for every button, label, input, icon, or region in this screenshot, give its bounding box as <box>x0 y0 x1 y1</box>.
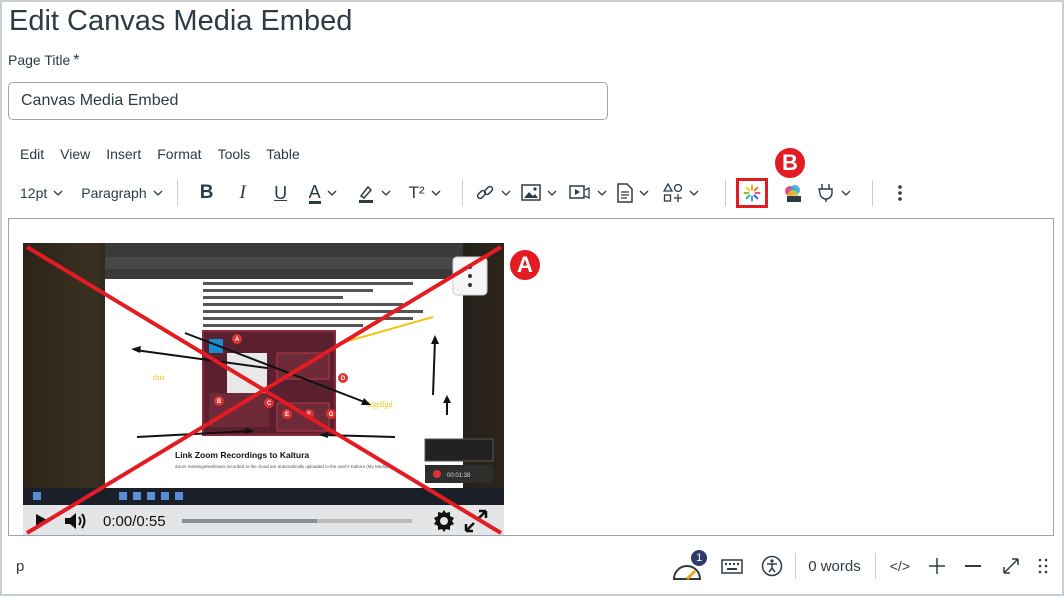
chevron-down-icon <box>53 190 63 196</box>
video-progress-fill <box>181 519 318 523</box>
resize-handle-icon[interactable] <box>1038 557 1048 575</box>
page-title-label-text: Page Title <box>8 52 71 68</box>
recorder-time: 00:01:38 <box>447 473 471 479</box>
marker-e: E <box>285 412 289 418</box>
annotation-this: this <box>153 373 165 382</box>
font-size-dropdown[interactable]: 12pt <box>20 176 65 210</box>
image-icon <box>520 184 541 201</box>
html-view-toggle[interactable]: </> <box>890 558 910 574</box>
marker-g: G <box>329 412 334 418</box>
embedded-video-player[interactable]: A B C D E F G this ddgdfgd Link Zoom Rec… <box>23 243 504 535</box>
keyboard-icon[interactable] <box>721 557 743 575</box>
highlighter-icon <box>358 185 373 203</box>
chevron-down-icon <box>841 190 851 196</box>
kaltura-media-button[interactable] <box>734 176 770 210</box>
font-size-value: 12pt <box>20 185 48 201</box>
expand-icon[interactable] <box>1002 557 1020 575</box>
toolbar-divider <box>176 180 178 206</box>
kaltura-burst-icon <box>743 184 761 202</box>
accessibility-icon[interactable] <box>761 555 783 577</box>
menu-insert[interactable]: Insert <box>106 146 141 162</box>
text-color-button[interactable]: A <box>300 176 348 210</box>
editor-menubar: Edit View Insert Format Tools Table <box>20 146 300 162</box>
marker-a: A <box>235 337 240 343</box>
marker-b: B <box>217 399 222 405</box>
kaltura-highlight-box <box>735 178 768 208</box>
menu-table[interactable]: Table <box>266 146 299 162</box>
page-heading: Edit Canvas Media Embed <box>9 5 353 37</box>
media-button[interactable] <box>568 176 617 210</box>
underline-button[interactable]: U <box>262 176 300 210</box>
toolbar-divider <box>461 180 463 206</box>
marker-f: F <box>307 412 311 418</box>
menu-edit[interactable]: Edit <box>20 146 44 162</box>
chevron-down-icon <box>597 190 607 196</box>
page-title-label: Page Title * <box>8 52 80 70</box>
shapes-icon <box>662 183 682 202</box>
fullscreen-icon[interactable] <box>464 509 488 533</box>
block-format-value: Paragraph <box>81 185 147 201</box>
document-icon <box>616 183 633 203</box>
required-mark: * <box>73 52 80 69</box>
chevron-down-icon <box>431 190 441 196</box>
editor-statusbar: p 1 0 words </> <box>8 544 1054 588</box>
apps-logo-icon <box>784 185 801 202</box>
statusbar-divider <box>874 553 876 579</box>
chevron-down-icon <box>689 190 699 196</box>
chevron-down-icon <box>547 190 557 196</box>
word-count[interactable]: 0 words <box>808 558 861 575</box>
document-button[interactable] <box>616 176 663 210</box>
volume-icon[interactable] <box>63 510 89 532</box>
chevron-down-icon <box>327 190 337 196</box>
superscript-icon: T² <box>408 183 425 202</box>
zoom-in-icon[interactable] <box>928 557 946 575</box>
slide-text: Zoom meetings/webinars recorded to the c… <box>175 464 389 469</box>
bold-button[interactable]: B <box>190 176 224 210</box>
link-button[interactable] <box>475 176 521 210</box>
toolbar-divider <box>724 180 726 206</box>
callout-b: B <box>773 146 807 180</box>
zoom-out-icon[interactable] <box>964 557 982 575</box>
apps-logo-button[interactable] <box>776 176 810 210</box>
link-icon <box>476 185 493 200</box>
chevron-down-icon <box>381 190 391 196</box>
chevron-down-icon <box>639 190 649 196</box>
more-vertical-icon <box>897 185 902 201</box>
checker-count-badge: 1 <box>689 548 710 568</box>
menu-format[interactable]: Format <box>157 146 201 162</box>
statusbar-divider <box>795 553 797 579</box>
icon-maker-button[interactable] <box>662 176 713 210</box>
editor-toolbar: 12pt Paragraph B I U A T² <box>20 176 915 210</box>
highlight-color-button[interactable] <box>348 176 402 210</box>
image-button[interactable] <box>520 176 569 210</box>
gear-icon[interactable] <box>432 509 456 533</box>
play-icon[interactable] <box>33 512 51 530</box>
text-color-icon: A <box>308 181 321 204</box>
plugins-button[interactable] <box>810 176 860 210</box>
media-icon <box>568 185 590 200</box>
marker-c: C <box>267 401 272 407</box>
video-progress-track[interactable] <box>181 519 412 523</box>
slide-heading: Link Zoom Recordings to Kaltura <box>175 450 309 460</box>
superscript-button[interactable]: T² <box>402 176 450 210</box>
block-format-dropdown[interactable]: Paragraph <box>81 176 164 210</box>
video-time: 0:00/0:55 <box>103 512 166 530</box>
chevron-down-icon <box>153 190 163 196</box>
video-screenshot-content: A B C D E F G this ddgdfgd Link Zoom Rec… <box>23 243 504 505</box>
italic-button[interactable]: I <box>224 176 262 210</box>
callout-a: A <box>508 248 542 282</box>
video-options-icon <box>468 265 472 287</box>
chevron-down-icon <box>501 190 511 196</box>
element-path[interactable]: p <box>16 558 24 575</box>
menu-view[interactable]: View <box>60 146 90 162</box>
page-title-input[interactable] <box>8 82 608 120</box>
video-controls: 0:00/0:55 <box>23 505 504 535</box>
menu-tools[interactable]: Tools <box>218 146 251 162</box>
marker-d: D <box>341 376 346 382</box>
more-options-button[interactable] <box>885 176 915 210</box>
accessibility-checker-button[interactable]: 1 <box>671 548 710 581</box>
plug-icon <box>817 184 833 202</box>
toolbar-divider <box>871 180 873 206</box>
rich-content-editor[interactable]: A B C D E F G this ddgdfgd Link Zoom Rec… <box>8 218 1054 536</box>
